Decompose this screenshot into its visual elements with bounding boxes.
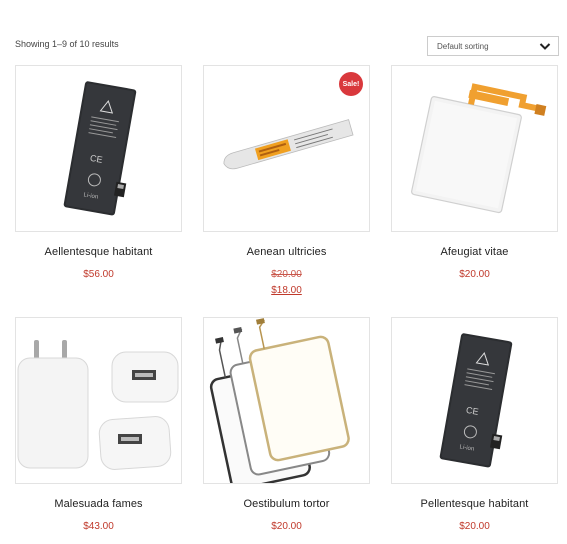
battery-icon: CE Li-ion	[439, 333, 513, 468]
result-count: Showing 1–9 of 10 results	[15, 39, 119, 49]
product-image-link[interactable]: CE Li-ion	[15, 65, 182, 232]
charger-icon	[17, 340, 179, 470]
battery-flex-icon	[411, 83, 547, 214]
sorting-selected-label: Default sorting	[437, 41, 489, 51]
chevron-down-icon	[539, 43, 551, 50]
product-name[interactable]: Aellentesque habitant	[15, 246, 182, 258]
svg-text:CE: CE	[465, 405, 479, 417]
product-price: $20.00	[271, 521, 302, 532]
product-name[interactable]: Aenean ultricies	[203, 246, 370, 258]
product-card[interactable]: Malesuada fames $43.00	[15, 317, 182, 532]
sorting-select[interactable]: Default sorting	[427, 36, 559, 56]
product-price: $18.00	[271, 285, 302, 296]
svg-text:CE: CE	[89, 153, 103, 165]
product-image-link[interactable]: CE Li-ion	[391, 317, 558, 484]
product-name[interactable]: Afeugiat vitae	[391, 246, 558, 258]
product-old-price: $20.00	[271, 269, 302, 280]
product-price: $56.00	[83, 269, 114, 280]
sale-badge: Sale!	[339, 72, 363, 96]
product-card[interactable]: CE Li-ion Pellentesque habitant $20.00	[391, 317, 558, 532]
product-name[interactable]: Pellentesque habitant	[391, 498, 558, 510]
product-name[interactable]: Malesuada fames	[15, 498, 182, 510]
product-image-link[interactable]	[15, 317, 182, 484]
product-card[interactable]: Afeugiat vitae $20.00	[391, 65, 558, 280]
product-card[interactable]: CE Li-ion Aellentesque habitant $56.00	[15, 65, 182, 280]
product-image-link[interactable]: Sale!	[203, 65, 370, 232]
touch-screen-icon	[209, 318, 350, 483]
product-price: $43.00	[83, 521, 114, 532]
product-card[interactable]: Oestibulum tortor $20.00	[203, 317, 370, 532]
product-price: $20.00	[459, 269, 490, 280]
battery-icon: CE Li-ion	[63, 81, 137, 216]
product-image-link[interactable]	[203, 317, 370, 484]
product-card[interactable]: Sale! Aenean ultricies $20.00 $18.00	[203, 65, 370, 296]
product-image-link[interactable]	[391, 65, 558, 232]
product-price: $20.00	[459, 521, 490, 532]
product-name[interactable]: Oestibulum tortor	[203, 498, 370, 510]
